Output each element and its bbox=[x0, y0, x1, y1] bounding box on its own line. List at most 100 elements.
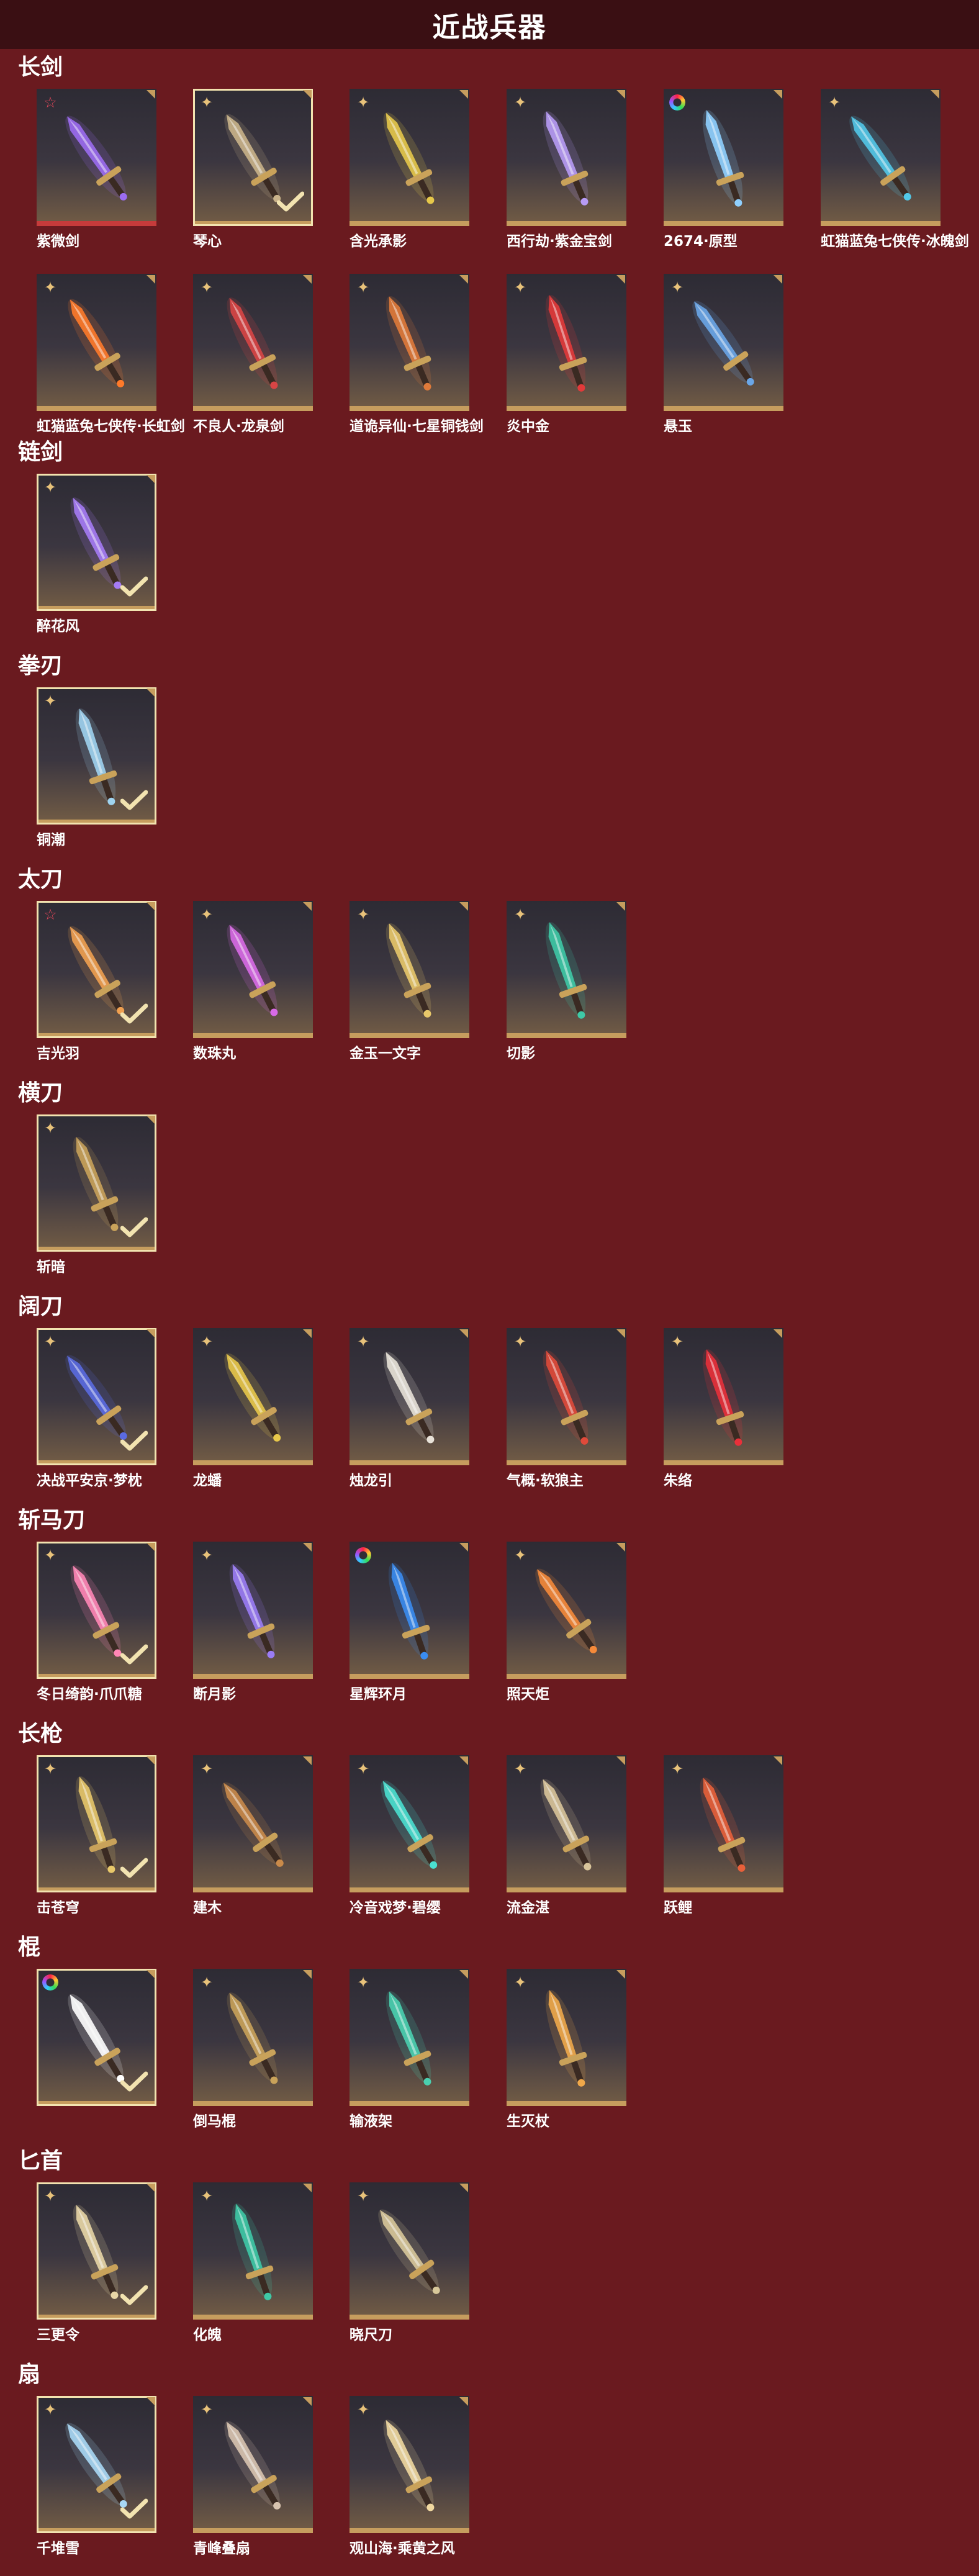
weapon-tile[interactable]: ✦ bbox=[37, 474, 156, 611]
weapon-card[interactable]: 2674·原型 bbox=[664, 89, 783, 250]
weapon-image bbox=[540, 1779, 592, 1871]
weapon-tile[interactable]: ✦ bbox=[350, 89, 469, 226]
weapon-card[interactable]: 星辉环月 bbox=[350, 1542, 469, 1703]
weapon-tile[interactable] bbox=[350, 1542, 469, 1679]
weapon-card[interactable]: ✦ 铜潮 bbox=[37, 687, 156, 849]
weapon-card[interactable]: ✦ 悬玉 bbox=[664, 274, 783, 435]
weapon-tile[interactable]: ✦ bbox=[193, 1328, 313, 1465]
weapon-card[interactable]: ✦ 青峰叠扇 bbox=[193, 2396, 313, 2557]
weapon-card[interactable]: ✦ 冷音戏梦·碧缨 bbox=[350, 1755, 469, 1917]
weapon-tile[interactable]: ✦ bbox=[37, 2182, 156, 2320]
weapon-card[interactable]: ✦ 炎中金 bbox=[507, 274, 626, 435]
weapon-card[interactable]: ✦ 倒马棍 bbox=[193, 1969, 313, 2130]
weapon-card[interactable]: ✦ 烛龙引 bbox=[350, 1328, 469, 1489]
weapon-tile[interactable]: ✦ bbox=[193, 274, 313, 411]
weapon-tile[interactable]: ✦ bbox=[507, 1969, 626, 2106]
weapon-tile[interactable]: ✦ bbox=[350, 901, 469, 1038]
weapon-card[interactable]: ✦ 断月影 bbox=[193, 1542, 313, 1703]
weapon-category-section: 链剑 ✦ 醉花风 bbox=[0, 438, 979, 636]
weapon-tile[interactable]: ✦ bbox=[507, 274, 626, 411]
weapon-card[interactable]: ✦ 化魄 bbox=[193, 2182, 313, 2344]
weapon-tile[interactable]: ✦ bbox=[37, 1328, 156, 1465]
weapon-card[interactable]: ✦ 流金湛 bbox=[507, 1755, 626, 1917]
weapon-tile[interactable]: ✦ bbox=[664, 274, 783, 411]
weapon-card[interactable]: ✦ 虹猫蓝兔七侠传·长虹剑 bbox=[37, 274, 185, 435]
weapon-card[interactable] bbox=[37, 1969, 156, 2130]
weapon-tile[interactable]: ✦ bbox=[37, 274, 156, 411]
owned-check-icon bbox=[120, 576, 148, 597]
weapon-tile[interactable]: ✦ bbox=[350, 274, 469, 411]
weapon-card[interactable]: ✦ 气概·软狼主 bbox=[507, 1328, 626, 1489]
weapon-tile[interactable]: ☆ bbox=[37, 89, 156, 226]
weapon-card[interactable]: ✦ 含光承影 bbox=[350, 89, 469, 250]
weapon-image bbox=[383, 2420, 435, 2511]
weapon-card[interactable]: ✦ 数珠丸 bbox=[193, 901, 313, 1062]
weapon-tile[interactable]: ✦ bbox=[37, 1542, 156, 1679]
weapon-tile[interactable] bbox=[664, 89, 783, 226]
weapon-card[interactable]: ✦ 道诡异仙·七星铜钱剑 bbox=[350, 274, 484, 435]
weapon-card[interactable]: ☆ 吉光羽 bbox=[37, 901, 156, 1062]
weapon-card[interactable]: ✦ 晓尺刀 bbox=[350, 2182, 469, 2344]
weapon-tile[interactable]: ✦ bbox=[350, 1755, 469, 1892]
page-header: 近战兵器 bbox=[0, 0, 979, 49]
weapon-tile[interactable]: ✦ bbox=[193, 89, 313, 226]
weapon-card[interactable]: ✦ 击苍穹 bbox=[37, 1755, 156, 1917]
weapon-card[interactable]: ✦ 生灭杖 bbox=[507, 1969, 626, 2130]
weapon-card[interactable]: ✦ 朱络 bbox=[664, 1328, 783, 1489]
owned-check-icon bbox=[120, 2498, 148, 2519]
weapon-card[interactable]: ✦ 金玉一文字 bbox=[350, 901, 469, 1062]
weapon-tile[interactable]: ✦ bbox=[193, 2396, 313, 2533]
weapon-tile[interactable] bbox=[37, 1969, 156, 2106]
weapon-tile[interactable]: ✦ bbox=[193, 901, 313, 1038]
weapon-tile[interactable]: ✦ bbox=[193, 1542, 313, 1679]
corner-marker-icon bbox=[459, 275, 468, 284]
weapon-name: 含光承影 bbox=[350, 233, 407, 250]
corner-marker-icon bbox=[147, 2397, 155, 2406]
weapon-card[interactable]: ✦ 斩暗 bbox=[37, 1114, 156, 1276]
weapon-card[interactable]: ✦ 醉花风 bbox=[37, 474, 156, 635]
weapon-tile[interactable]: ✦ bbox=[350, 2396, 469, 2533]
weapon-tile[interactable]: ✦ bbox=[37, 1114, 156, 1252]
weapon-tile[interactable]: ✦ bbox=[664, 1755, 783, 1892]
weapon-tile[interactable]: ✦ bbox=[37, 1755, 156, 1892]
weapon-tile[interactable]: ☆ bbox=[37, 901, 156, 1038]
weapon-card[interactable]: ✦ 千堆雪 bbox=[37, 2396, 156, 2557]
weapon-card[interactable]: ✦ 琴心 bbox=[193, 89, 313, 250]
weapon-card[interactable]: ✦ 三更令 bbox=[37, 2182, 156, 2344]
corner-marker-icon bbox=[147, 2184, 155, 2192]
weapon-tile[interactable]: ✦ bbox=[193, 2182, 313, 2320]
weapon-card[interactable]: ✦ 切影 bbox=[507, 901, 626, 1062]
weapon-tile[interactable]: ✦ bbox=[507, 1542, 626, 1679]
corner-marker-icon bbox=[931, 90, 939, 99]
weapon-name: 龙蟠 bbox=[193, 1473, 222, 1489]
weapon-card[interactable]: ✦ 虹猫蓝兔七侠传·冰魄剑 bbox=[821, 89, 969, 250]
weapon-tile[interactable]: ✦ bbox=[193, 1969, 313, 2106]
weapon-tile[interactable]: ✦ bbox=[37, 687, 156, 825]
weapon-tile[interactable]: ✦ bbox=[350, 1328, 469, 1465]
weapon-tile[interactable]: ✦ bbox=[664, 1328, 783, 1465]
weapon-card[interactable]: ✦ 龙蟠 bbox=[193, 1328, 313, 1489]
weapon-card[interactable]: ☆ 紫微剑 bbox=[37, 89, 156, 250]
weapon-tile[interactable]: ✦ bbox=[507, 89, 626, 226]
weapon-card[interactable]: ✦ 不良人·龙泉剑 bbox=[193, 274, 313, 435]
weapon-tile[interactable]: ✦ bbox=[350, 2182, 469, 2320]
weapon-tile[interactable]: ✦ bbox=[37, 2396, 156, 2533]
weapon-card[interactable]: ✦ 西行劫·紫金宝剑 bbox=[507, 89, 626, 250]
weapon-tile[interactable]: ✦ bbox=[350, 1969, 469, 2106]
weapon-tile[interactable]: ✦ bbox=[507, 901, 626, 1038]
weapon-category-section: 棍 ✦ 倒马棍 ✦ 输液架 ✦ 生灭杖 bbox=[0, 1933, 979, 2131]
weapon-card[interactable]: ✦ 输液架 bbox=[350, 1969, 469, 2130]
corner-marker-icon bbox=[303, 1329, 312, 1338]
weapon-card[interactable]: ✦ 建木 bbox=[193, 1755, 313, 1917]
weapon-card[interactable]: ✦ 照天炬 bbox=[507, 1542, 626, 1703]
weapon-card[interactable]: ✦ 决战平安京·梦枕 bbox=[37, 1328, 156, 1489]
weapon-tile[interactable]: ✦ bbox=[507, 1328, 626, 1465]
weapon-card[interactable]: ✦ 冬日绮韵·爪爪糖 bbox=[37, 1542, 156, 1703]
weapon-card[interactable]: ✦ 跃鲤 bbox=[664, 1755, 783, 1917]
weapon-card[interactable]: ✦ 观山海·乘黄之风 bbox=[350, 2396, 469, 2557]
weapon-tile[interactable]: ✦ bbox=[193, 1755, 313, 1892]
weapon-tile[interactable]: ✦ bbox=[507, 1755, 626, 1892]
weapon-name: 断月影 bbox=[193, 1686, 236, 1702]
category-title: 匕首 bbox=[18, 2148, 63, 2174]
weapon-tile[interactable]: ✦ bbox=[821, 89, 941, 226]
